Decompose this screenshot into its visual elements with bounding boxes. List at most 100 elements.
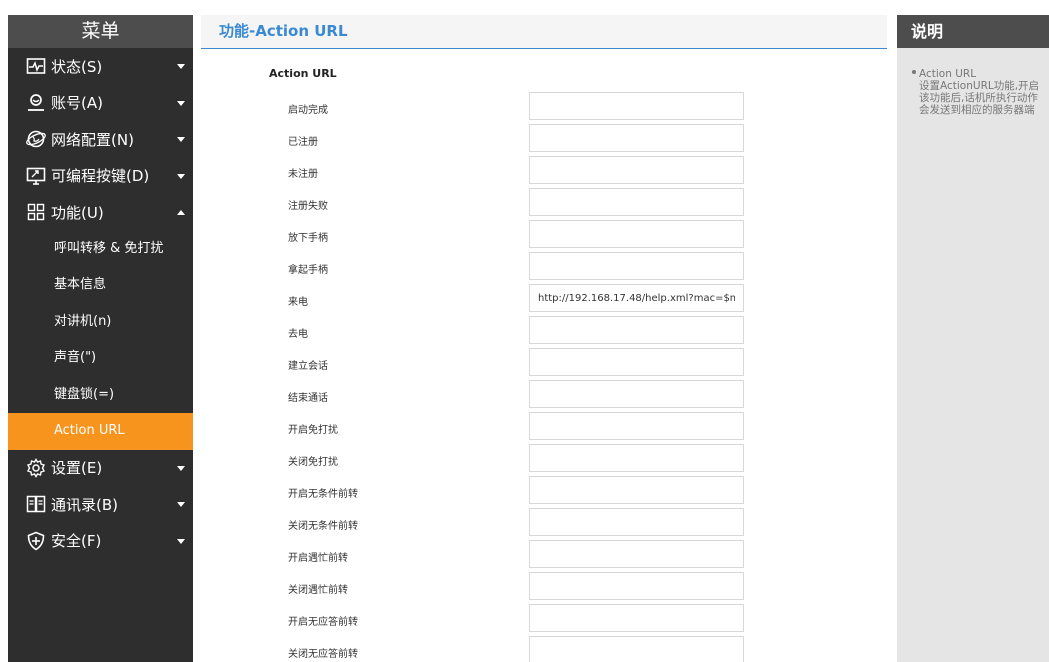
sidebar-item-label: 设置(E) (51, 459, 103, 478)
field-label: 关闭遇忙前转 (288, 585, 348, 596)
field-label: 结束通话 (288, 393, 328, 404)
sidebar-item-account[interactable]: 账号(A) (8, 85, 193, 122)
help-term: Action URL (919, 68, 977, 80)
field-label: 去电 (288, 329, 308, 340)
sidebar-subitem-call-forward-dnd[interactable]: 呼叫转移 & 免打扰 (8, 231, 193, 268)
sidebar-subitem-basic-info[interactable]: 基本信息 (8, 267, 193, 304)
field-label: 开启免打扰 (288, 425, 338, 436)
features-icon (26, 202, 46, 222)
chevron-down-icon (177, 137, 185, 143)
always-fwd-on-url-input[interactable] (529, 476, 744, 504)
sidebar-item-label: 账号(A) (51, 94, 103, 113)
field-label: 拿起手柄 (288, 265, 328, 276)
sidebar-item-label: 状态(S) (51, 57, 103, 76)
chevron-down-icon (177, 502, 185, 508)
sidebar-item-status[interactable]: 状态(S) (8, 48, 193, 85)
sidebar-subitem-action-url[interactable]: Action URL (8, 413, 193, 450)
outgoing-call-url-input[interactable] (529, 316, 744, 344)
always-fwd-off-url-input[interactable] (529, 508, 744, 536)
form-row-unregistered: 未注册 (201, 156, 887, 188)
form-row-established: 建立会话 (201, 348, 887, 380)
help-body: Action URL 设置ActionURL功能,开启该功能后,话机所执行动作会… (897, 48, 1049, 116)
form-row-noanswer-fwd-on: 开启无应答前转 (201, 604, 887, 636)
noanswer-fwd-on-url-input[interactable] (529, 604, 744, 632)
form-row-dnd-off: 关闭免打扰 (201, 444, 887, 476)
page-title: 功能-Action URL (201, 15, 887, 49)
field-label: 开启遇忙前转 (288, 553, 348, 564)
field-label: 来电 (288, 297, 308, 308)
page: 菜单 状态(S) 账号(A) 网络配置(N) 可编程按键(D) 功能(U) 呼叫… (0, 0, 1049, 662)
sidebar-item-network[interactable]: 网络配置(N) (8, 121, 193, 158)
form-row-busy-fwd-on: 开启遇忙前转 (201, 540, 887, 572)
field-label: 开启无条件前转 (288, 489, 358, 500)
bullet-icon (912, 70, 916, 74)
sidebar-item-phonebook[interactable]: 通讯录(B) (8, 486, 193, 523)
established-url-input[interactable] (529, 348, 744, 376)
form-row-boot-completed: 启动完成 (201, 92, 887, 124)
form-row-register-failed: 注册失败 (201, 188, 887, 220)
sidebar-item-features[interactable]: 功能(U) (8, 194, 193, 231)
sidebar-item-programmable-keys[interactable]: 可编程按键(D) (8, 158, 193, 195)
chevron-down-icon (177, 100, 185, 106)
sidebar-item-security[interactable]: 安全(F) (8, 523, 193, 560)
sidebar-item-label: 网络配置(N) (51, 130, 134, 149)
sidebar-item-settings[interactable]: 设置(E) (8, 450, 193, 487)
chevron-down-icon (177, 64, 185, 70)
settings-gear-icon (26, 457, 46, 478)
offhook-url-input[interactable] (529, 252, 744, 280)
busy-fwd-off-url-input[interactable] (529, 572, 744, 600)
form-row-terminated: 结束通话 (201, 380, 887, 412)
phonebook-icon (26, 494, 46, 514)
form-row-registered: 已注册 (201, 124, 887, 156)
form-row-noanswer-fwd-off: 关闭无应答前转 (201, 636, 887, 662)
noanswer-fwd-off-url-input[interactable] (529, 636, 744, 662)
field-label: 注册失败 (288, 201, 328, 212)
sidebar-header: 菜单 (8, 15, 193, 48)
terminated-url-input[interactable] (529, 380, 744, 408)
dnd-off-url-input[interactable] (529, 444, 744, 472)
network-icon (26, 129, 46, 149)
chevron-down-icon (177, 538, 185, 544)
sidebar-subitem-keypad-lock[interactable]: 键盘锁(=) (8, 377, 193, 414)
status-icon (26, 56, 46, 76)
form-row-outgoing-call: 去电 (201, 316, 887, 348)
field-label: 已注册 (288, 137, 318, 148)
form-row-incoming-call: 来电 (201, 284, 887, 316)
busy-fwd-on-url-input[interactable] (529, 540, 744, 568)
form-row-dnd-on: 开启免打扰 (201, 412, 887, 444)
field-label: 放下手柄 (288, 233, 328, 244)
register-failed-url-input[interactable] (529, 188, 744, 216)
field-label: 关闭无条件前转 (288, 521, 358, 532)
field-label: 未注册 (288, 169, 318, 180)
sidebar-item-label: 功能(U) (51, 203, 104, 222)
incoming-call-url-input[interactable] (529, 284, 744, 312)
form-row-offhook: 拿起手柄 (201, 252, 887, 284)
form-row-always-fwd-on: 开启无条件前转 (201, 476, 887, 508)
sidebar-subitem-intercom[interactable]: 对讲机(n) (8, 304, 193, 341)
chevron-down-icon (177, 465, 185, 471)
unregistered-url-input[interactable] (529, 156, 744, 184)
sidebar-subitem-sound[interactable]: 声音(") (8, 340, 193, 377)
programmable-key-icon (26, 166, 46, 186)
boot-completed-url-input[interactable] (529, 92, 744, 120)
chevron-up-icon (177, 210, 185, 216)
account-icon (26, 93, 46, 113)
field-label: 关闭免打扰 (288, 457, 338, 468)
help-description: 设置ActionURL功能,开启该功能后,话机所执行动作会发送到相应的服务器端 (919, 80, 1040, 116)
field-label: 关闭无应答前转 (288, 649, 358, 660)
main-content: 功能-Action URL Action URL 启动完成 已注册 未注册 注册… (201, 15, 887, 662)
sidebar-item-label: 安全(F) (51, 532, 102, 551)
form-row-always-fwd-off: 关闭无条件前转 (201, 508, 887, 540)
field-label: 启动完成 (288, 105, 328, 116)
onhook-url-input[interactable] (529, 220, 744, 248)
form-row-busy-fwd-off: 关闭遇忙前转 (201, 572, 887, 604)
field-label: 开启无应答前转 (288, 617, 358, 628)
sidebar-menu: 菜单 状态(S) 账号(A) 网络配置(N) 可编程按键(D) 功能(U) 呼叫… (8, 15, 193, 662)
dnd-on-url-input[interactable] (529, 412, 744, 440)
registered-url-input[interactable] (529, 124, 744, 152)
help-panel: 说明 Action URL 设置ActionURL功能,开启该功能后,话机所执行… (897, 15, 1049, 662)
form-row-onhook: 放下手柄 (201, 220, 887, 252)
sidebar-item-label: 通讯录(B) (51, 495, 118, 514)
field-label: 建立会话 (288, 361, 328, 372)
section-label: Action URL (269, 67, 337, 80)
